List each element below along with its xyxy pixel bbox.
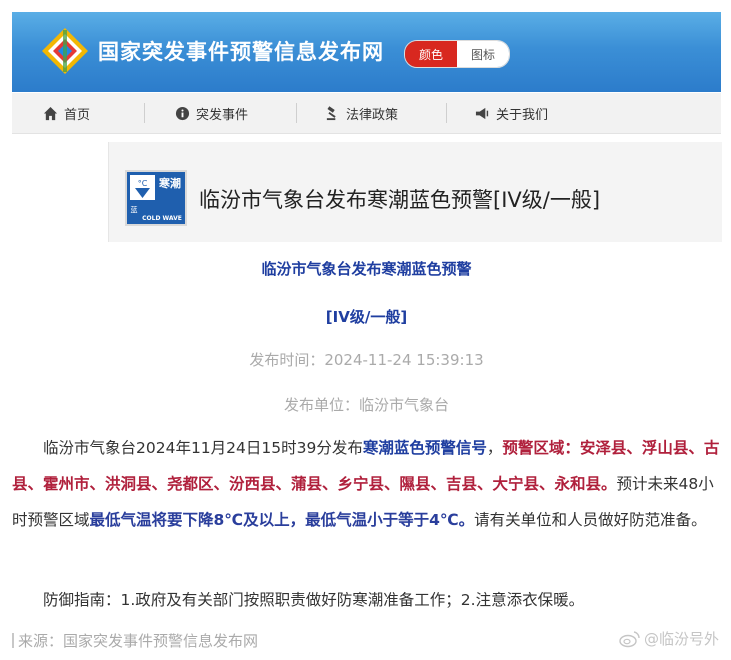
weibo-watermark: @临汾号外 bbox=[619, 628, 719, 649]
nav-divider bbox=[446, 103, 447, 123]
site-logo-icon[interactable] bbox=[40, 26, 90, 76]
publisher: 发布单位：临汾市气象台 bbox=[283, 396, 449, 414]
main-nav: 首页 突发事件 法律政策 关于我们 bbox=[12, 93, 721, 134]
icon-temp-label: °C bbox=[138, 179, 148, 188]
megaphone-icon bbox=[474, 105, 490, 121]
banner-title: 临汾市气象台发布寒潮蓝色预警[IV级/一般] bbox=[199, 188, 601, 212]
publish-time: 发布时间：2024-11-24 15:39:13 bbox=[249, 351, 484, 369]
warning-signal-text: 寒潮蓝色预警信号 bbox=[362, 439, 487, 457]
advice-text: 请有关单位和人员做好防范准备。 bbox=[474, 511, 707, 529]
nav-item-home[interactable]: 首页 bbox=[42, 93, 90, 133]
temperature-drop-text: 最低气温将要下降8℃及以上，最低气温小于等于4℃。 bbox=[89, 511, 475, 529]
nav-divider bbox=[296, 103, 297, 123]
warning-banner: °C 寒潮 蓝 COLD WAVE 临汾市气象台发布寒潮蓝色预警[IV级/一般] bbox=[108, 142, 722, 242]
nav-item-label: 突发事件 bbox=[196, 107, 249, 123]
nav-item-label: 关于我们 bbox=[496, 107, 549, 123]
gavel-icon bbox=[324, 105, 340, 121]
color-mode-button[interactable]: 颜色 bbox=[405, 41, 457, 67]
cold-wave-blue-warning-icon: °C 寒潮 蓝 COLD WAVE bbox=[125, 170, 187, 226]
icon-en-label: COLD WAVE bbox=[142, 215, 182, 222]
nav-divider bbox=[144, 103, 145, 123]
article-level: [IV级/一般] bbox=[325, 308, 408, 326]
info-icon bbox=[174, 105, 190, 121]
nav-item-about-us[interactable]: 关于我们 bbox=[474, 93, 548, 133]
icon-cn-label: 寒潮 bbox=[158, 176, 181, 190]
icon-mode-button[interactable]: 图标 bbox=[457, 41, 509, 67]
display-mode-toggle[interactable]: 颜色 图标 bbox=[404, 40, 510, 68]
watermark-text: @临汾号外 bbox=[643, 630, 719, 648]
nav-item-label: 法律政策 bbox=[346, 107, 399, 123]
source-bar bbox=[12, 633, 14, 648]
source-line: 来源：国家突发事件预警信息发布网 bbox=[12, 630, 258, 651]
weibo-icon bbox=[619, 630, 640, 647]
icon-level-label: 蓝 bbox=[131, 205, 138, 214]
nav-item-emergencies[interactable]: 突发事件 bbox=[174, 93, 248, 133]
nav-item-label: 首页 bbox=[64, 107, 91, 123]
separator-comma: ， bbox=[486, 439, 503, 457]
home-icon bbox=[42, 105, 58, 121]
site-title[interactable]: 国家突发事件预警信息发布网 bbox=[98, 36, 384, 66]
defense-guide-paragraph: 防御指南：1.政府及有关部门按照职责做好防寒潮准备工作；2.注意添衣保暖。 bbox=[43, 591, 585, 609]
article-title: 临汾市气象台发布寒潮蓝色预警 bbox=[261, 260, 472, 278]
site-header: 国家突发事件预警信息发布网 颜色 图标 bbox=[12, 12, 721, 92]
paragraph-intro: 临汾市气象台2024年11月24日15时39分发布 bbox=[43, 439, 363, 457]
article-paragraph-1: 临汾市气象台2024年11月24日15时39分发布寒潮蓝色预警信号，预警区域：安… bbox=[12, 430, 721, 538]
nav-item-laws-policies[interactable]: 法律政策 bbox=[324, 93, 398, 133]
source-text: 来源：国家突发事件预警信息发布网 bbox=[18, 632, 259, 650]
